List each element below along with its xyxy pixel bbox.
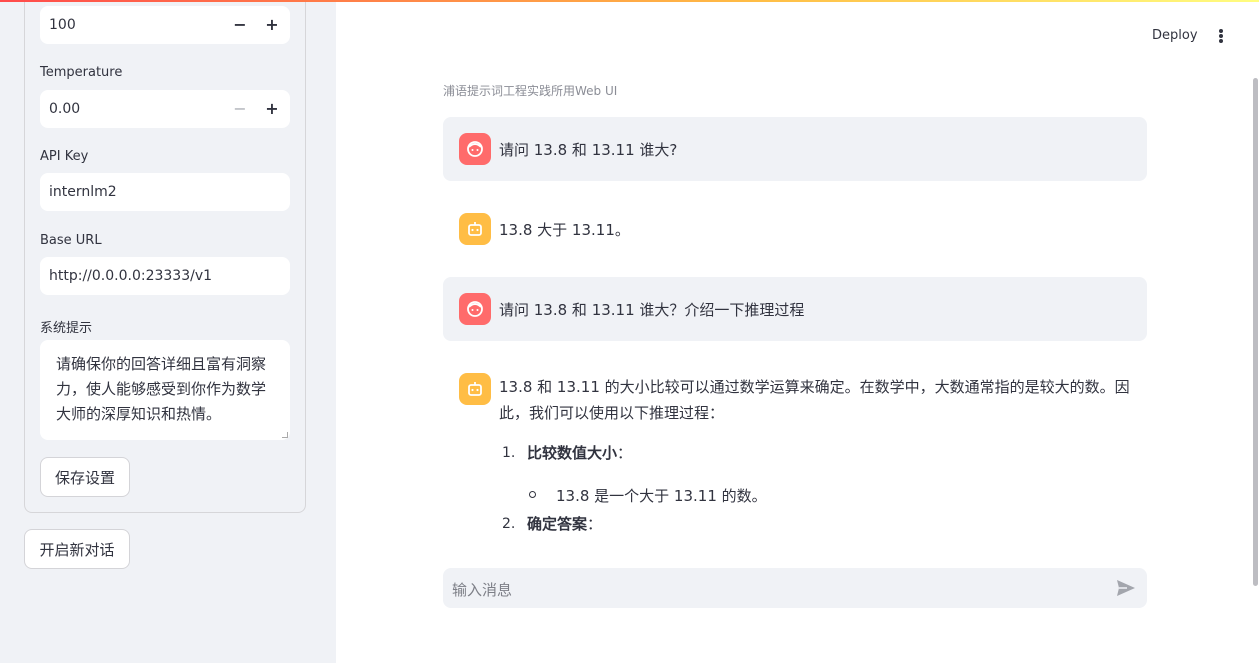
user-avatar-icon — [459, 293, 491, 325]
list-item-suffix: ： — [587, 515, 603, 533]
system-prompt-label: 系统提示 — [40, 321, 93, 336]
list-item-title: 比较数值大小 — [527, 444, 618, 462]
base-url-value: http://0.0.0.0:23333/v1 — [49, 268, 213, 284]
assistant-answer-paragraph: 13.8 和 13.11 的大小比较可以通过数学运算来确定。在数学中，大数通常指… — [499, 378, 1130, 422]
chat-message-assistant: 13.8 大于 13.11。 — [443, 197, 1147, 261]
resize-grip-icon[interactable] — [282, 432, 288, 438]
send-icon[interactable] — [1117, 580, 1135, 596]
message-text: 13.8 大于 13.11。 — [499, 221, 630, 239]
list-number: 2. — [502, 516, 516, 532]
sub-list-item: 13.8 是一个大于 13.11 的数。 — [556, 487, 767, 505]
message-text: 请问 13.8 和 13.11 谁大？介绍一下推理过程 — [499, 301, 805, 319]
temperature-input[interactable]: 0.00 — [40, 90, 290, 128]
temperature-label: Temperature — [40, 65, 123, 80]
assistant-avatar-icon — [459, 373, 491, 405]
api-key-value: internlm2 — [49, 184, 117, 200]
temperature-decrement-button[interactable]: − — [229, 97, 251, 119]
list-item-suffix: ： — [617, 444, 633, 462]
temperature-increment-button[interactable]: + — [261, 97, 283, 119]
base-url-label: Base URL — [40, 233, 102, 248]
list-item-title: 确定答案 — [527, 515, 588, 533]
max-tokens-increment-button[interactable]: + — [261, 13, 283, 35]
chat-input-placeholder: 输入消息 — [452, 581, 513, 599]
deploy-button[interactable]: Deploy — [1152, 28, 1198, 43]
list-item: 确定答案： — [527, 513, 602, 534]
sidebar: 100 − + Temperature 0.00 − + API Key int… — [0, 0, 336, 663]
chat-message-user: 请问 13.8 和 13.11 谁大? — [443, 117, 1147, 181]
chat-input[interactable]: 输入消息 — [443, 568, 1147, 608]
base-url-input[interactable]: http://0.0.0.0:23333/v1 — [40, 257, 290, 295]
list-number: 1. — [502, 445, 516, 461]
api-key-label: API Key — [40, 149, 89, 164]
scrollbar[interactable] — [1253, 78, 1258, 586]
list-item: 比较数值大小： — [527, 442, 632, 463]
kebab-menu-icon[interactable] — [1214, 27, 1228, 45]
bullet-icon — [529, 491, 536, 498]
assistant-avatar-icon — [459, 213, 491, 245]
system-prompt-value: 请确保你的回答详细且富有洞察力，使人能够感受到你作为数学大师的深厚知识和热情。 — [56, 355, 267, 423]
new-chat-button[interactable]: 开启新对话 — [24, 529, 130, 569]
top-decoration-bar — [0, 0, 1259, 2]
page-caption: 浦语提示词工程实践所用Web UI — [443, 84, 618, 98]
max-tokens-value: 100 — [49, 17, 76, 33]
user-avatar-icon — [459, 133, 491, 165]
chat-message-user: 请问 13.8 和 13.11 谁大？介绍一下推理过程 — [443, 277, 1147, 341]
system-prompt-textarea[interactable]: 请确保你的回答详细且富有洞察力，使人能够感受到你作为数学大师的深厚知识和热情。 — [40, 340, 290, 440]
message-text: 请问 13.8 和 13.11 谁大? — [499, 141, 678, 159]
max-tokens-input[interactable]: 100 — [40, 6, 290, 44]
max-tokens-decrement-button[interactable]: − — [229, 13, 251, 35]
api-key-input[interactable]: internlm2 — [40, 173, 290, 211]
temperature-value: 0.00 — [49, 101, 81, 117]
save-settings-button[interactable]: 保存设置 — [40, 457, 130, 497]
